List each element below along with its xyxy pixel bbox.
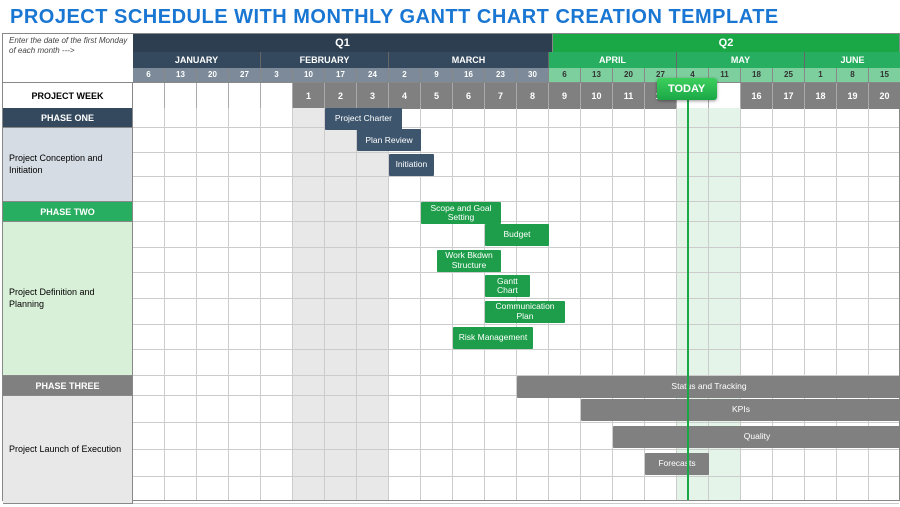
- section-label: Project Conception and Initiation: [3, 128, 133, 202]
- date-cell: 1: [805, 68, 837, 82]
- today-line: [687, 81, 689, 500]
- date-cell: 23: [485, 68, 517, 82]
- date-cell: 15: [869, 68, 900, 82]
- date-cell: 30: [517, 68, 549, 82]
- date-cell: 9: [421, 68, 453, 82]
- week-cell: 18: [805, 83, 837, 109]
- gantt-chart: Enter the date of the first Monday of ea…: [2, 33, 900, 501]
- phase-header: PHASE TWO: [3, 202, 133, 222]
- date-cell: 3: [261, 68, 293, 82]
- week-cell: [197, 83, 229, 109]
- row-labels: PHASE ONEProject Conception and Initiati…: [3, 108, 133, 500]
- quarter-row: Q1 Q2: [133, 34, 899, 52]
- month-header: JANUARY: [133, 52, 261, 68]
- task-bar[interactable]: Status and Tracking: [517, 376, 900, 398]
- week-cell: 20: [869, 83, 900, 109]
- task-bar[interactable]: Communication Plan: [485, 301, 565, 323]
- date-cell: 20: [613, 68, 645, 82]
- date-cell: 24: [357, 68, 389, 82]
- date-cell: 18: [741, 68, 773, 82]
- week-cell: 7: [485, 83, 517, 109]
- week-cell: [229, 83, 261, 109]
- month-header: MAY: [677, 52, 805, 68]
- task-bar[interactable]: Risk Management: [453, 327, 533, 349]
- date-cell: 27: [229, 68, 261, 82]
- task-bar[interactable]: Gantt Chart: [485, 275, 530, 297]
- task-bar[interactable]: Scope and Goal Setting: [421, 202, 501, 224]
- week-cell: 9: [549, 83, 581, 109]
- task-bar[interactable]: Initiation: [389, 154, 434, 176]
- page-title: PROJECT SCHEDULE WITH MONTHLY GANTT CHAR…: [0, 0, 900, 33]
- project-week-label: PROJECT WEEK: [3, 83, 133, 109]
- phase-header: PHASE THREE: [3, 376, 133, 396]
- section-label: Project Definition and Planning: [3, 222, 133, 376]
- phase-header: PHASE ONE: [3, 108, 133, 128]
- date-cell: 25: [773, 68, 805, 82]
- month-row: JANUARYFEBRUARYMARCHAPRILMAYJUNE: [133, 52, 899, 68]
- date-row: 6132027310172429162330613202741118251815: [133, 68, 899, 82]
- quarter-q1: Q1: [133, 34, 553, 52]
- task-bar[interactable]: KPIs: [581, 399, 900, 421]
- week-cell: 8: [517, 83, 549, 109]
- month-header: MARCH: [389, 52, 549, 68]
- task-bar[interactable]: Project Charter: [325, 108, 402, 130]
- week-cell: 3: [357, 83, 389, 109]
- week-cell: 19: [837, 83, 869, 109]
- date-cell: 8: [837, 68, 869, 82]
- month-header: FEBRUARY: [261, 52, 389, 68]
- date-cell: 10: [293, 68, 325, 82]
- week-cell: 4: [389, 83, 421, 109]
- today-badge: TODAY: [657, 78, 717, 100]
- week-cell: [261, 83, 293, 109]
- date-cell: 16: [453, 68, 485, 82]
- week-cell: [133, 83, 165, 109]
- week-cell: 5: [421, 83, 453, 109]
- week-cell: 11: [613, 83, 645, 109]
- week-cell: 1: [293, 83, 325, 109]
- section-label: Project Launch of Execution: [3, 396, 133, 504]
- week-cell: 16: [741, 83, 773, 109]
- date-cell: 13: [581, 68, 613, 82]
- week-cell: 10: [581, 83, 613, 109]
- date-cell: 17: [325, 68, 357, 82]
- quarter-q2: Q2: [553, 34, 899, 52]
- week-cell: 2: [325, 83, 357, 109]
- date-cell: 6: [133, 68, 165, 82]
- task-bar[interactable]: Forecasts: [645, 453, 709, 475]
- task-bar[interactable]: Budget: [485, 224, 549, 246]
- header-note: Enter the date of the first Monday of ea…: [9, 36, 129, 55]
- date-cell: 2: [389, 68, 421, 82]
- task-bar[interactable]: Plan Review: [357, 129, 421, 151]
- month-header: JUNE: [805, 52, 900, 68]
- date-cell: 6: [549, 68, 581, 82]
- week-cell: 6: [453, 83, 485, 109]
- task-bar[interactable]: Quality: [613, 426, 900, 448]
- date-cell: 20: [197, 68, 229, 82]
- week-cell: 17: [773, 83, 805, 109]
- week-row: PROJECT WEEK 1234567891011121617181920: [3, 82, 899, 108]
- month-header: APRIL: [549, 52, 677, 68]
- task-bars: Project CharterPlan Review Initiation Scop…: [133, 108, 899, 500]
- date-cell: 13: [165, 68, 197, 82]
- week-cell: [165, 83, 197, 109]
- task-bar[interactable]: Work Bkdwn Structure: [437, 250, 501, 272]
